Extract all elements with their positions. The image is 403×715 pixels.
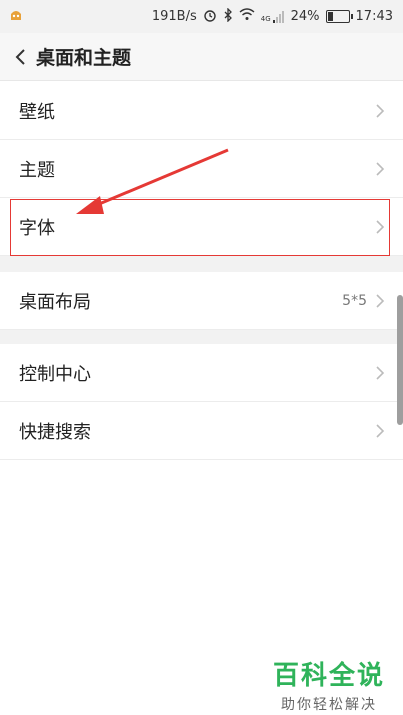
title-bar: 桌面和主题 bbox=[0, 33, 403, 81]
clock: 17:43 bbox=[355, 9, 393, 24]
section-divider bbox=[0, 256, 403, 272]
network-speed: 191B/s bbox=[151, 9, 197, 24]
settings-item-control-center[interactable]: 控制中心 bbox=[0, 344, 403, 402]
settings-item-desktop-layout[interactable]: 桌面布局 5*5 bbox=[0, 272, 403, 330]
settings-item-label: 快捷搜索 bbox=[19, 421, 91, 443]
battery-percent: 24% bbox=[290, 9, 320, 24]
notification-app-icon bbox=[8, 7, 24, 27]
settings-item-wallpaper[interactable]: 壁纸 bbox=[0, 82, 403, 140]
cellular-signal-icon: 4G bbox=[260, 10, 285, 23]
chevron-right-icon bbox=[376, 219, 385, 234]
battery-icon bbox=[325, 10, 353, 23]
page-title: 桌面和主题 bbox=[36, 47, 132, 69]
watermark-logo: 百科全说 助你轻松解决 bbox=[273, 655, 385, 714]
bluetooth-icon bbox=[223, 6, 233, 26]
watermark-subtitle: 助你轻松解决 bbox=[280, 697, 377, 713]
watermark-title: 百科全说 bbox=[272, 661, 385, 691]
settings-item-label: 桌面布局 bbox=[19, 291, 91, 313]
chevron-right-icon bbox=[376, 423, 385, 438]
back-arrow-icon[interactable] bbox=[4, 33, 36, 80]
scroll-indicator bbox=[397, 295, 403, 425]
settings-item-label: 字体 bbox=[19, 217, 55, 239]
chevron-right-icon bbox=[376, 293, 385, 308]
chevron-right-icon bbox=[376, 161, 385, 176]
settings-item-value: 5*5 bbox=[342, 292, 367, 309]
chevron-right-icon bbox=[376, 103, 385, 118]
settings-item-theme[interactable]: 主题 bbox=[0, 140, 403, 198]
wifi-icon bbox=[239, 8, 255, 25]
settings-item-label: 主题 bbox=[19, 159, 55, 181]
status-bar: 191B/s 4G 24% 17:43 bbox=[0, 0, 403, 33]
settings-item-label: 壁纸 bbox=[19, 101, 55, 123]
section-divider bbox=[0, 330, 403, 344]
settings-item-font[interactable]: 字体 bbox=[0, 198, 403, 256]
signal-badge: 4G bbox=[260, 14, 271, 23]
alarm-icon bbox=[203, 8, 217, 26]
chevron-right-icon bbox=[376, 365, 385, 380]
settings-item-label: 控制中心 bbox=[19, 363, 91, 385]
settings-item-quick-search[interactable]: 快捷搜索 bbox=[0, 402, 403, 460]
